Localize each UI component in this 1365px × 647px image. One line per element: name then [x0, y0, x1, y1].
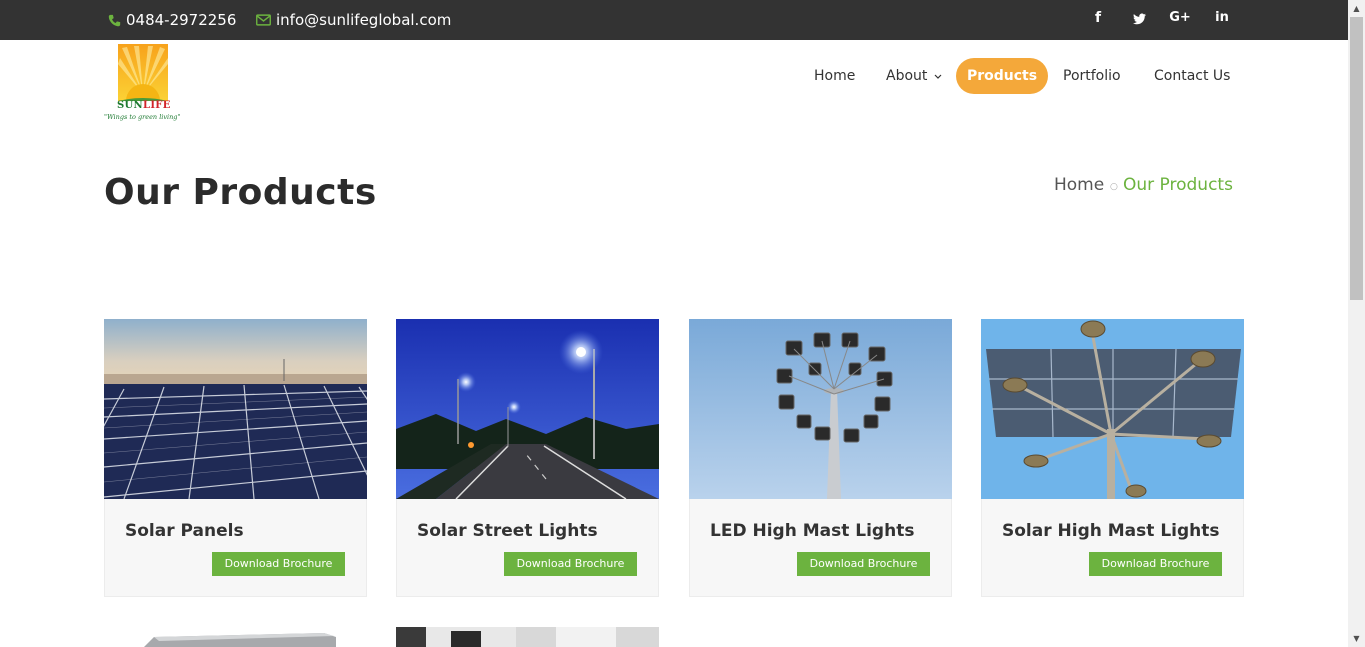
- breadcrumb-current: Our Products: [1123, 175, 1233, 195]
- product-title: Solar High Mast Lights: [1002, 521, 1220, 541]
- nav-contact-us[interactable]: Contact Us: [1154, 58, 1230, 94]
- product-card: Solar Street Lights Download Brochure: [396, 319, 659, 597]
- product-card: LED High Mast Lights Download Brochure: [689, 319, 952, 597]
- product-card: Solar High Mast Lights Download Brochure: [981, 319, 1244, 597]
- facebook-icon[interactable]: f: [1089, 10, 1107, 26]
- product-image-partial[interactable]: [104, 627, 367, 647]
- download-brochure-button[interactable]: Download Brochure: [504, 552, 637, 576]
- download-brochure-button[interactable]: Download Brochure: [797, 552, 930, 576]
- page-title: Our Products: [104, 172, 377, 213]
- scrollbar-thumb[interactable]: [1350, 17, 1363, 300]
- breadcrumb-home[interactable]: Home: [1054, 174, 1104, 196]
- site-logo[interactable]: SUNLIFE "Wings to green living": [104, 44, 188, 124]
- phone-icon: [108, 14, 121, 27]
- product-card: Solar Panels Download Brochure: [104, 319, 367, 597]
- scroll-down-arrow-icon[interactable]: ▼: [1348, 630, 1365, 647]
- product-title: Solar Panels: [125, 521, 244, 541]
- google-plus-icon[interactable]: G+: [1169, 10, 1191, 25]
- nav-products[interactable]: Products: [956, 58, 1048, 94]
- product-image-led-high-mast-lights[interactable]: [689, 319, 952, 499]
- chevron-down-icon: [934, 58, 942, 94]
- nav-home[interactable]: Home: [814, 58, 855, 94]
- email-address: info@sunlifeglobal.com: [276, 11, 452, 29]
- page-scrollbar[interactable]: ▲ ▼: [1348, 0, 1365, 647]
- envelope-icon: [256, 14, 271, 26]
- product-title: Solar Street Lights: [417, 521, 598, 541]
- nav-portfolio[interactable]: Portfolio: [1063, 58, 1121, 94]
- nav-about[interactable]: About: [886, 58, 942, 94]
- twitter-icon[interactable]: [1130, 10, 1148, 29]
- breadcrumb-separator-icon: ○: [1110, 182, 1118, 192]
- product-image-partial[interactable]: [396, 627, 659, 647]
- phone-contact[interactable]: 0484-2972256: [108, 0, 236, 40]
- product-image-solar-street-lights[interactable]: [396, 319, 659, 499]
- product-image-solar-panels[interactable]: [104, 319, 367, 499]
- sun-logo-icon: [118, 44, 168, 101]
- logo-brand-text: SUNLIFE: [117, 100, 171, 111]
- email-contact[interactable]: info@sunlifeglobal.com: [256, 0, 451, 40]
- download-brochure-button[interactable]: Download Brochure: [1089, 552, 1222, 576]
- product-image-solar-high-mast-lights[interactable]: [981, 319, 1244, 499]
- phone-number: 0484-2972256: [126, 11, 237, 29]
- scroll-up-arrow-icon[interactable]: ▲: [1348, 0, 1365, 17]
- nav-about-label: About: [886, 68, 928, 84]
- top-bar: 0484-2972256 info@sunlifeglobal.com f G+…: [0, 0, 1348, 40]
- linkedin-icon[interactable]: in: [1212, 10, 1232, 25]
- download-brochure-button[interactable]: Download Brochure: [212, 552, 345, 576]
- product-title: LED High Mast Lights: [710, 521, 915, 541]
- logo-tagline: "Wings to green living": [104, 113, 181, 121]
